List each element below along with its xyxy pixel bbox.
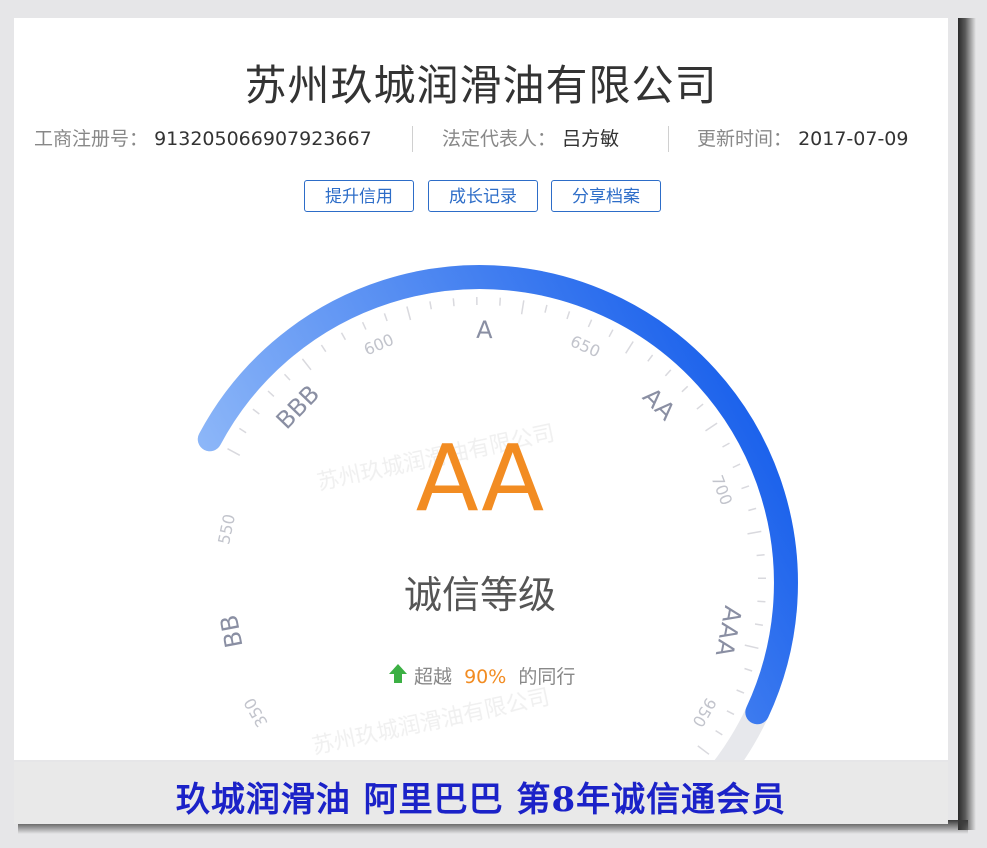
gauge-tick [283, 373, 291, 381]
credit-gauge: 苏州玖城润滑油有限公司 苏州玖城润滑油有限公司 BB BBB A AA AAA … [197, 264, 798, 760]
gauge-tick [736, 689, 745, 694]
gauge-tick [361, 321, 367, 330]
gauge-tick [429, 301, 433, 310]
surpass-prefix: 超越 [414, 666, 452, 688]
credit-grade: AA [416, 425, 544, 532]
score-label-650: 650 [567, 331, 603, 361]
gauge-tick [705, 422, 718, 432]
grade-label-aa: AA [637, 382, 681, 426]
grade-label-bbb: BBB [271, 380, 325, 435]
gauge-tick [741, 485, 750, 490]
gauge-tick [267, 390, 275, 397]
surpass-text: 超越 90% 的同行 [414, 666, 575, 688]
gauge-tick [756, 553, 765, 557]
gauge-tick [744, 667, 753, 672]
gauge-tick [715, 729, 723, 736]
gauge-tick [520, 300, 525, 315]
credit-card: 苏州玖城润滑油有限公司 工商注册号： 913205066907923667 法定… [14, 18, 948, 760]
watermark-text: 苏州玖城润滑油有限公司 [310, 685, 552, 760]
up-arrow-icon [389, 664, 407, 683]
gauge-tick [696, 403, 704, 410]
gauge-tick [383, 313, 388, 322]
score-label-550: 550 [214, 512, 239, 546]
gauge-tick [566, 311, 571, 320]
score-label-700: 700 [707, 472, 736, 507]
gauge-tick [499, 297, 502, 306]
gauge-tick [625, 341, 634, 354]
gauge-tick [587, 319, 593, 328]
gauge-tick [252, 408, 260, 415]
gauge-tick [747, 530, 762, 535]
gauge-tick [697, 745, 710, 755]
gauge-tick [452, 298, 455, 307]
gauge-tick [681, 385, 689, 393]
frame-shadow-right [958, 18, 976, 830]
gauge-tick [227, 448, 241, 456]
grade-label-aaa: AAA [710, 604, 747, 660]
gauge-tick [722, 442, 730, 448]
gauge-tick [754, 623, 764, 626]
gauge-tick [732, 463, 741, 469]
gauge-tick [608, 329, 614, 338]
gauge-tick [238, 427, 247, 434]
gauge-tick [544, 304, 548, 313]
grade-caption: 诚信等级 [404, 573, 556, 617]
footer-banner: 玖城润滑油 阿里巴巴 第8年诚信通会员 [14, 762, 948, 824]
gauge-tick [664, 369, 672, 377]
surpass-suffix: 的同行 [518, 666, 575, 688]
gauge-tick [320, 344, 327, 353]
footer-text: 玖城润滑油 阿里巴巴 第8年诚信通会员 [175, 780, 787, 820]
gauge-tick [406, 306, 412, 321]
gauge-tick [744, 644, 759, 650]
score-label-950: 950 [688, 695, 720, 731]
gauge-tick [726, 710, 735, 716]
gauge-tick [647, 354, 654, 362]
gauge-tick [748, 507, 757, 512]
gauge-tick [301, 358, 312, 371]
surpass-line: 超越 90% 的同行 [389, 664, 575, 688]
grade-label-a: A [476, 316, 493, 344]
gauge-tick [757, 600, 766, 603]
score-label-600: 600 [361, 330, 397, 359]
score-label-350: 350 [240, 695, 272, 731]
grade-label-bb: BB [215, 612, 249, 650]
surpass-value: 90% [464, 666, 506, 688]
gauge-tick [340, 332, 347, 341]
